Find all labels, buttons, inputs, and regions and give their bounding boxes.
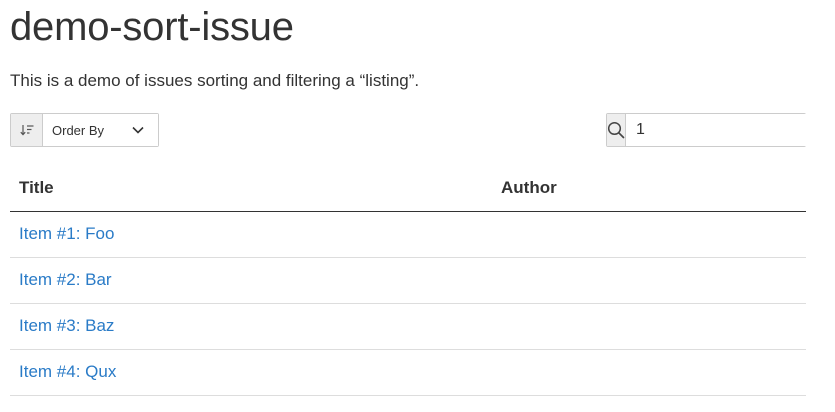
table-row: Item #2: Bar — [10, 257, 806, 304]
table-row: Item #1: Foo — [10, 211, 806, 258]
table-cell-author — [492, 349, 806, 396]
search-icon — [607, 121, 625, 139]
item-link[interactable]: Item #2: Bar — [19, 270, 112, 289]
listing-toolbar: Order By — [10, 113, 835, 147]
page: demo-sort-issue This is a demo of issues… — [0, 1, 835, 412]
sort-direction-button[interactable] — [11, 114, 43, 146]
table-cell-title: Item #3: Baz — [10, 303, 492, 350]
chevron-down-icon — [132, 126, 144, 134]
table-cell-title: Item #2: Bar — [10, 257, 492, 304]
table-cell-title: Item #1: Foo — [10, 211, 492, 258]
column-header-title[interactable]: Title — [10, 166, 492, 212]
table-row: Item #3: Baz — [10, 303, 806, 350]
order-by-select[interactable]: Order By — [43, 114, 158, 146]
order-by-label: Order By — [52, 122, 105, 138]
table-cell-title: Item #4: Qux — [10, 349, 492, 396]
column-header-author[interactable]: Author — [492, 166, 806, 212]
table-cell-author — [492, 303, 806, 350]
page-title: demo-sort-issue — [10, 5, 294, 49]
search-input[interactable] — [626, 114, 835, 146]
sort-descending-icon — [19, 124, 34, 136]
page-description: This is a demo of issues sorting and fil… — [10, 71, 420, 90]
table-header-row: Title Author — [10, 166, 806, 212]
table-cell-author — [492, 257, 806, 304]
search-button[interactable] — [607, 114, 626, 146]
item-link[interactable]: Item #1: Foo — [19, 224, 114, 243]
sort-control: Order By — [10, 113, 159, 147]
search-control — [606, 113, 835, 147]
table-cell-author — [492, 211, 806, 258]
item-link[interactable]: Item #3: Baz — [19, 316, 114, 335]
listing-table: Title Author Item #1: Foo Item #2: Bar I… — [10, 166, 806, 396]
item-link[interactable]: Item #4: Qux — [19, 362, 116, 381]
table-row: Item #4: Qux — [10, 349, 806, 396]
